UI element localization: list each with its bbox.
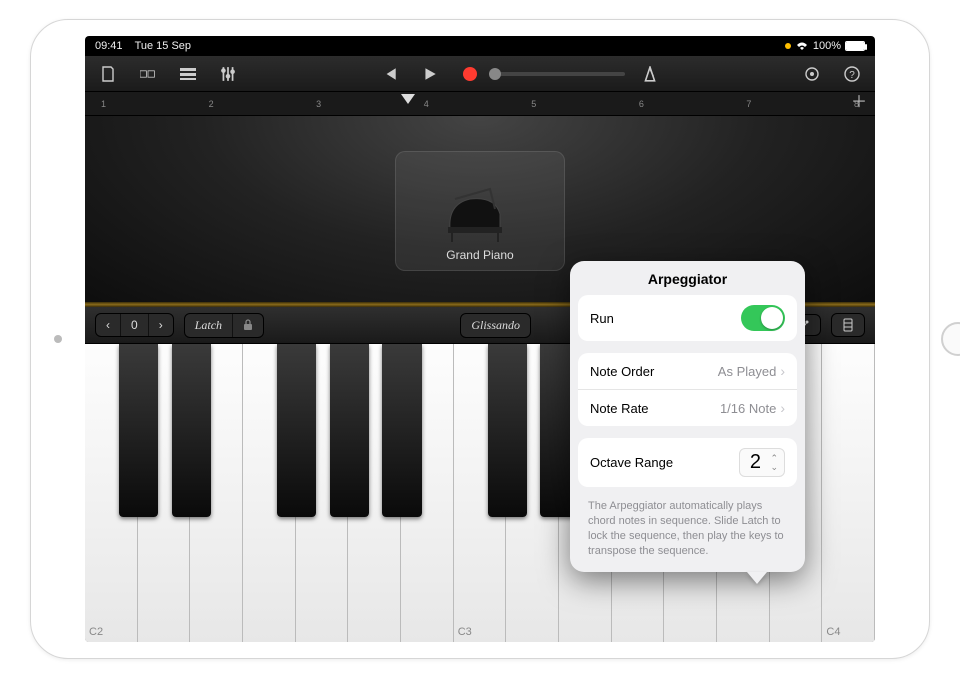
toolbar: ?: [85, 56, 875, 92]
ruler-tick: 4: [424, 99, 429, 109]
ruler-tick: 1: [101, 99, 106, 109]
status-time: 09:41: [95, 40, 123, 52]
run-toggle[interactable]: [741, 305, 785, 331]
latch-label: Latch: [185, 314, 233, 337]
add-section-button[interactable]: ＋: [851, 96, 867, 110]
instrument-name: Grand Piano: [446, 248, 513, 262]
note-rate-row[interactable]: Note Rate 1/16 Note ›: [578, 390, 797, 426]
octave-down-button[interactable]: ‹: [96, 314, 121, 336]
octave-range-label: Octave Range: [590, 455, 673, 470]
white-key[interactable]: C3: [454, 344, 507, 642]
octave-range-stepper[interactable]: 2 ⌃ ⌄: [739, 448, 785, 477]
popover-help-text: The Arpeggiator automatically plays chor…: [578, 499, 797, 558]
playhead-icon[interactable]: [401, 94, 415, 104]
octave-selector: ‹ 0 ›: [95, 313, 174, 337]
octave-range-value: 2: [746, 451, 764, 474]
octave-range-row: Octave Range 2 ⌃ ⌄: [578, 438, 797, 487]
white-key[interactable]: [506, 344, 559, 642]
note-order-value: As Played: [718, 364, 777, 379]
lock-icon: [233, 314, 263, 337]
status-date: Tue 15 Sep: [135, 40, 191, 52]
keyboard-layout-icon: [832, 314, 864, 336]
go-to-beginning-button[interactable]: [375, 62, 405, 86]
record-button[interactable]: [455, 62, 485, 86]
tracks-button[interactable]: [173, 62, 203, 86]
chevron-right-icon: ›: [780, 363, 785, 379]
white-key[interactable]: C4: [822, 344, 875, 642]
white-key[interactable]: [243, 344, 296, 642]
latch-button[interactable]: Latch: [184, 313, 264, 338]
octave-value: 0: [121, 314, 149, 336]
white-key[interactable]: [138, 344, 191, 642]
settings-button[interactable]: [797, 62, 827, 86]
status-bar: 09:41 Tue 15 Sep 100%: [85, 36, 875, 56]
ruler-tick: 7: [746, 99, 751, 109]
front-camera: [54, 335, 62, 343]
octave-up-button[interactable]: ›: [149, 314, 173, 336]
key-label: C4: [826, 626, 840, 638]
ruler-tick: 5: [531, 99, 536, 109]
battery-percent: 100%: [813, 40, 841, 52]
location-indicator-icon: [785, 43, 791, 49]
note-order-row[interactable]: Note Order As Played ›: [578, 353, 797, 390]
grand-piano-icon: [440, 184, 520, 244]
my-songs-button[interactable]: [93, 62, 123, 86]
note-order-label: Note Order: [590, 364, 654, 379]
arpeggiator-popover: Arpeggiator Run Note Order As Played › N…: [570, 261, 805, 572]
popover-title: Arpeggiator: [578, 271, 797, 287]
white-key[interactable]: C2: [85, 344, 138, 642]
metronome-button[interactable]: [635, 62, 665, 86]
home-button[interactable]: [941, 322, 960, 356]
ipad-frame: 09:41 Tue 15 Sep 100%: [30, 19, 930, 659]
chevron-right-icon: ›: [780, 400, 785, 416]
run-row: Run: [578, 295, 797, 341]
ruler-tick: 3: [316, 99, 321, 109]
white-key[interactable]: [190, 344, 243, 642]
battery-icon: [845, 41, 865, 51]
app-screen: 09:41 Tue 15 Sep 100%: [85, 36, 875, 642]
browser-button[interactable]: [133, 62, 163, 86]
ruler-tick: 6: [639, 99, 644, 109]
note-rate-label: Note Rate: [590, 401, 649, 416]
instrument-card[interactable]: Grand Piano: [395, 151, 565, 271]
run-label: Run: [590, 311, 614, 326]
master-volume-slider[interactable]: [495, 72, 625, 76]
note-rate-value: 1/16 Note: [720, 401, 776, 416]
play-button[interactable]: [415, 62, 445, 86]
glissando-button[interactable]: Glissando: [460, 313, 531, 338]
track-controls-button[interactable]: [213, 62, 243, 86]
key-label: C2: [89, 626, 103, 638]
key-label: C3: [458, 626, 472, 638]
stepper-down-icon[interactable]: ⌄: [770, 463, 778, 472]
help-button[interactable]: ?: [837, 62, 867, 86]
timeline-ruler[interactable]: 1 2 3 4 5 6 7 8 ＋: [85, 92, 875, 116]
white-key[interactable]: [348, 344, 401, 642]
wifi-icon: [795, 41, 809, 51]
svg-text:?: ?: [849, 70, 855, 81]
ruler-tick: 2: [209, 99, 214, 109]
keyboard-layout-button[interactable]: [831, 313, 865, 337]
white-key[interactable]: [296, 344, 349, 642]
white-key[interactable]: [401, 344, 454, 642]
glissando-label: Glissando: [461, 314, 530, 337]
